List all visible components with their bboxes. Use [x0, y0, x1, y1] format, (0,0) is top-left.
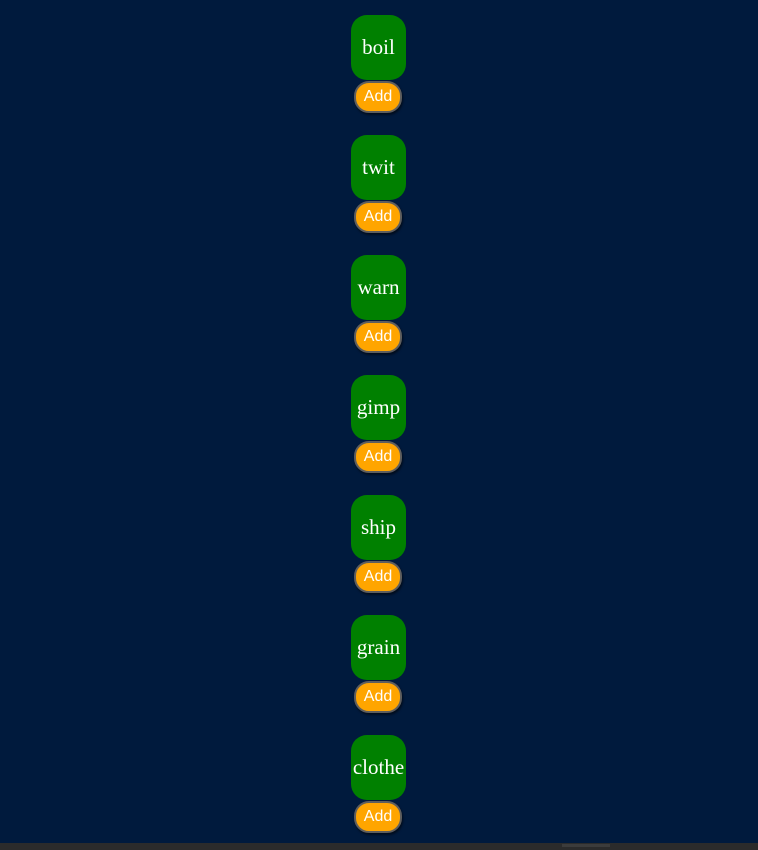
scrollbar-thumb[interactable]	[562, 844, 610, 847]
add-button[interactable]: Add	[354, 801, 402, 833]
word-tile: gimp	[351, 375, 406, 440]
word-tile: ship	[351, 495, 406, 560]
add-button[interactable]: Add	[354, 81, 402, 113]
word-item: ship Add	[351, 495, 406, 609]
word-tile: clothe	[351, 735, 406, 800]
word-item: boil Add	[351, 15, 406, 129]
word-item: grain Add	[351, 615, 406, 729]
word-item: twit Add	[351, 135, 406, 249]
word-tile: warn	[351, 255, 406, 320]
add-button[interactable]: Add	[354, 561, 402, 593]
word-item: gimp Add	[351, 375, 406, 489]
word-tile: twit	[351, 135, 406, 200]
add-button[interactable]: Add	[354, 441, 402, 473]
add-button[interactable]: Add	[354, 201, 402, 233]
word-item: clothe Add	[351, 735, 406, 849]
add-button[interactable]: Add	[354, 681, 402, 713]
add-button[interactable]: Add	[354, 321, 402, 353]
word-tile: boil	[351, 15, 406, 80]
word-tile: grain	[351, 615, 406, 680]
horizontal-scrollbar[interactable]	[0, 843, 758, 850]
word-item: warn Add	[351, 255, 406, 369]
